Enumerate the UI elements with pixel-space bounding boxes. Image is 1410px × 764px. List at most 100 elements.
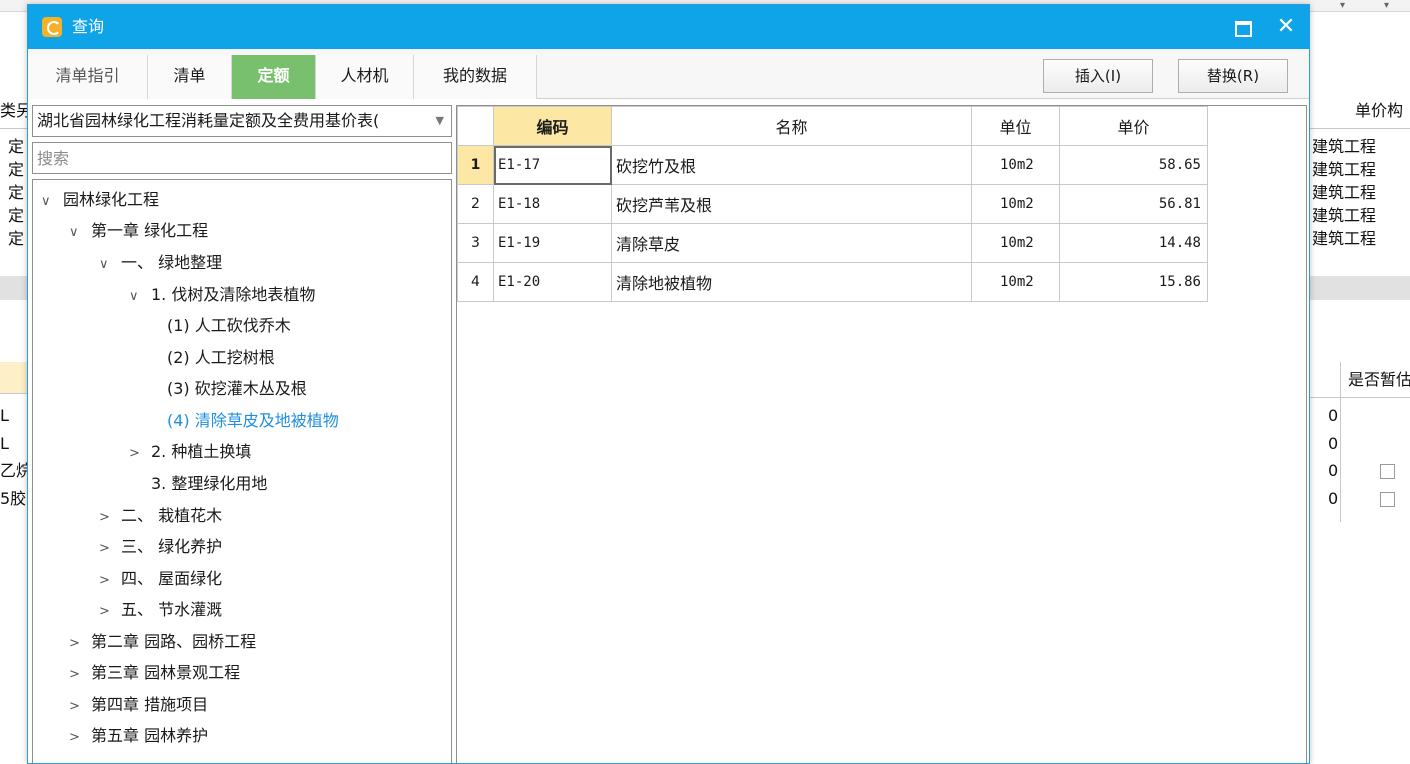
cell-price[interactable]: 15.86: [1059, 262, 1208, 302]
insert-button[interactable]: 插入(I): [1043, 59, 1153, 93]
background-right-grid: 单价构 建筑工程 建筑工程 建筑工程 建筑工程 建筑工程 是否暂估 0 0 0 …: [1310, 12, 1410, 764]
background-column-header: 是否暂估: [1348, 370, 1410, 389]
cell-code[interactable]: E1-17: [493, 145, 612, 185]
tree-expand-icon[interactable]: ∨: [129, 281, 151, 312]
tree-expand-icon[interactable]: >: [99, 502, 121, 533]
tree-expand-icon[interactable]: ∨: [69, 217, 91, 248]
tree-node[interactable]: > 三、 绿化养护: [99, 531, 222, 562]
tree-node[interactable]: >2. 种植土换填: [129, 436, 251, 467]
table-row[interactable]: 4 E1-20 清除地被植物 10m2 15.86: [457, 262, 1208, 302]
chevron-down-icon: ▼: [435, 114, 444, 127]
tree-node[interactable]: ∨ 第一章 绿化工程: [69, 215, 208, 246]
cell-price[interactable]: 58.65: [1059, 145, 1208, 185]
tab-my-data[interactable]: 我的数据: [414, 55, 537, 99]
cell-name[interactable]: 砍挖竹及根: [611, 145, 972, 185]
tree-node[interactable]: > 第四章 措施项目: [69, 689, 208, 720]
tab-quota[interactable]: 定额: [232, 55, 316, 99]
quota-table: 编码 名称 单位 单价 1 E1-17 砍挖竹及根 10m2 58.65 2 E…: [457, 106, 1208, 302]
tree-expand-icon[interactable]: >: [99, 565, 121, 596]
tree-expand-icon[interactable]: >: [69, 722, 91, 753]
tree-node[interactable]: (1) 人工砍伐乔木: [167, 310, 291, 341]
tab-labor-material-machine[interactable]: 人材机: [316, 55, 414, 99]
tree-node[interactable]: 3. 整理绿化用地: [151, 468, 267, 499]
background-column-header: 类另: [0, 101, 27, 120]
background-column-header: 单价构: [1355, 101, 1404, 120]
tab-bill-guide[interactable]: 清单指引: [28, 55, 148, 99]
tree-expand-icon[interactable]: >: [69, 691, 91, 722]
tree-node-label: 五、 节水灌溉: [121, 600, 223, 619]
tree-expand-icon[interactable]: >: [69, 628, 91, 659]
row-number[interactable]: 2: [457, 184, 494, 224]
row-number[interactable]: 3: [457, 223, 494, 263]
cell-name[interactable]: 清除草皮: [611, 223, 972, 263]
tree-node-label: 第五章 园林养护: [91, 726, 209, 745]
tree-node[interactable]: ∨ 1. 伐树及清除地表植物: [129, 279, 315, 310]
panel-splitter[interactable]: [452, 99, 455, 763]
background-checkbox[interactable]: [1380, 492, 1395, 507]
column-header-name[interactable]: 名称: [611, 106, 972, 146]
quota-library-select[interactable]: 湖北省园林绿化工程消耗量定额及全费用基价表( ▼: [32, 105, 452, 137]
background-cell[interactable]: 建筑工程: [1312, 225, 1410, 252]
tree-node[interactable]: > 二、 栽植花木: [99, 500, 222, 531]
tree-node-label: 园林绿化工程: [63, 190, 160, 209]
tree-node-label: (2) 人工挖树根: [167, 348, 275, 367]
cell-unit[interactable]: 10m2: [971, 223, 1060, 263]
maximize-icon[interactable]: [1221, 5, 1261, 49]
tree-node-label: 第四章 措施项目: [91, 695, 209, 714]
row-number[interactable]: 1: [457, 145, 494, 185]
replace-button[interactable]: 替换(R): [1178, 59, 1288, 93]
tree-expand-icon[interactable]: >: [69, 659, 91, 690]
column-header-price[interactable]: 单价: [1059, 106, 1208, 146]
column-header-code[interactable]: 编码: [493, 106, 612, 146]
cell-name[interactable]: 砍挖芦苇及根: [611, 184, 972, 224]
tree-node[interactable]: (2) 人工挖树根: [167, 342, 275, 373]
background-dropdown-arrow[interactable]: ▾: [1384, 0, 1389, 12]
tree-node[interactable]: (3) 砍挖灌木丛及根: [167, 373, 307, 404]
tree-node-selected[interactable]: (4) 清除草皮及地被植物: [167, 405, 339, 436]
cell-code[interactable]: E1-19: [493, 223, 612, 263]
tree-expand-icon[interactable]: >: [129, 438, 151, 469]
column-header-unit[interactable]: 单位: [971, 106, 1060, 146]
row-number[interactable]: 4: [457, 262, 494, 302]
tree-node[interactable]: ∨ 园林绿化工程: [41, 184, 159, 215]
dialog-titlebar[interactable]: 查询 ✕: [28, 5, 1309, 49]
tree-expand-icon[interactable]: ∨: [99, 249, 121, 280]
table-row[interactable]: 3 E1-19 清除草皮 10m2 14.48: [457, 223, 1208, 263]
background-cell[interactable]: 定: [8, 225, 27, 252]
tab-bill[interactable]: 清单: [148, 55, 232, 99]
chapter-tree: ∨ 园林绿化工程 ∨ 第一章 绿化工程 ∨ 一、 绿地整理 ∨ 1. 伐树及清除地表植物…: [32, 179, 452, 763]
tree-node[interactable]: > 四、 屋面绿化: [99, 563, 222, 594]
table-row[interactable]: 2 E1-18 砍挖芦苇及根 10m2 56.81: [457, 184, 1208, 224]
cell-unit[interactable]: 10m2: [971, 184, 1060, 224]
tree-node[interactable]: > 第三章 园林景观工程: [69, 657, 240, 688]
background-checkbox[interactable]: [1380, 464, 1395, 479]
background-dropdown-arrow[interactable]: ▾: [1340, 0, 1345, 12]
tree-node-label: (3) 砍挖灌木丛及根: [167, 379, 307, 398]
row-number-header: [457, 106, 494, 146]
tree-expand-icon[interactable]: ∨: [41, 186, 63, 217]
cell-name[interactable]: 清除地被植物: [611, 262, 972, 302]
tree-expand-icon[interactable]: >: [99, 596, 121, 627]
tab-bar: 清单指引 清单 定额 人材机 我的数据 插入(I) 替换(R): [28, 49, 1309, 99]
tree-node[interactable]: > 五、 节水灌溉: [99, 594, 222, 625]
close-icon[interactable]: ✕: [1266, 5, 1306, 49]
cell-unit[interactable]: 10m2: [971, 262, 1060, 302]
tree-node[interactable]: > 第二章 园路、园桥工程: [69, 626, 256, 657]
tree-node-label: (1) 人工砍伐乔木: [167, 316, 291, 335]
tree-node-label: 第二章 园路、园桥工程: [91, 632, 257, 651]
background-cell: 0: [1328, 434, 1339, 453]
cell-price[interactable]: 56.81: [1059, 184, 1208, 224]
query-dialog: 查询 ✕ 清单指引 清单 定额 人材机 我的数据 插入(I) 替换(R) 湖北省…: [27, 4, 1310, 764]
tree-expand-icon[interactable]: >: [99, 533, 121, 564]
table-row[interactable]: 1 E1-17 砍挖竹及根 10m2 58.65: [457, 145, 1208, 185]
search-input[interactable]: [37, 143, 451, 173]
cell-code[interactable]: E1-18: [493, 184, 612, 224]
search-box[interactable]: [32, 142, 452, 174]
cell-price[interactable]: 14.48: [1059, 223, 1208, 263]
tree-node-label: 第三章 园林景观工程: [91, 663, 241, 682]
cell-unit[interactable]: 10m2: [971, 145, 1060, 185]
tree-node[interactable]: ∨ 一、 绿地整理: [99, 247, 222, 278]
cell-code[interactable]: E1-20: [493, 262, 612, 302]
tree-node-label: 1. 伐树及清除地表植物: [151, 285, 316, 304]
tree-node[interactable]: > 第五章 园林养护: [69, 720, 208, 751]
